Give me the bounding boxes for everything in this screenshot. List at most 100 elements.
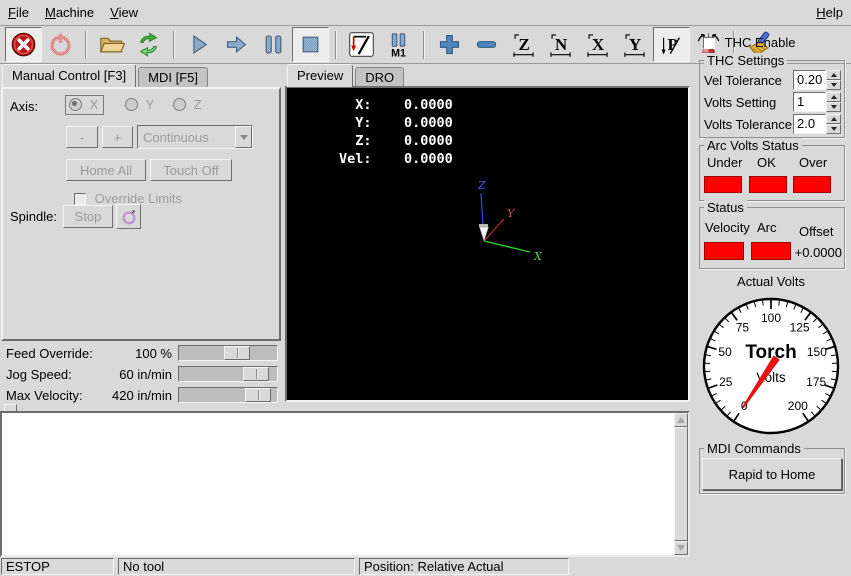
spindle-brake-button[interactable]: [116, 204, 141, 229]
axis-y-label: Y: [146, 97, 155, 112]
menu-machine[interactable]: Machine: [37, 2, 102, 23]
status-group: Status Velocity Arc Offset +0.0000: [699, 207, 845, 269]
preview-canvas[interactable]: X: 0.0000 Y: 0.0000 Z: 0.0000 Vel: 0.000…: [285, 86, 690, 402]
mdi-commands-title: MDI Commands: [704, 441, 804, 456]
menu-help[interactable]: Help: [808, 2, 851, 23]
jog-speed-label: Jog Speed:: [6, 367, 72, 382]
tab-preview[interactable]: Preview: [287, 64, 353, 87]
vel-tolerance-spinbox[interactable]: 0.20: [793, 70, 841, 90]
svg-text:M1: M1: [391, 47, 406, 58]
menu-file[interactable]: File: [0, 2, 37, 23]
mdi-history-area[interactable]: [0, 411, 690, 557]
torch-volts-gauge: 0255075100125150175200 Torch Volts: [697, 292, 845, 440]
reload-button[interactable]: [130, 27, 167, 62]
pause-icon: [260, 31, 287, 58]
jog-speed-slider[interactable]: [178, 366, 278, 382]
axis-y-radio[interactable]: Y: [125, 97, 154, 112]
zoom-in-icon: [436, 31, 463, 58]
view-top-button[interactable]: Z: [505, 27, 542, 62]
slider-handle[interactable]: [245, 388, 271, 402]
stop-button[interactable]: [292, 27, 329, 62]
under-indicator: [704, 176, 742, 193]
letter-p-icon: P: [658, 31, 685, 58]
feed-override-row: Feed Override: 100 %: [0, 345, 283, 363]
step-button[interactable]: [218, 27, 255, 62]
volts-tolerance-value[interactable]: 2.0: [793, 114, 826, 134]
over-label: Over: [799, 155, 827, 170]
tab-dro[interactable]: DRO: [355, 67, 404, 87]
skip-lines-button[interactable]: [343, 27, 380, 62]
jog-mode-select[interactable]: Continuous: [137, 125, 253, 149]
slider-handle[interactable]: [224, 346, 250, 360]
position-status: Position: Relative Actual: [359, 558, 569, 575]
rapid-to-home-button[interactable]: Rapid to Home: [702, 458, 842, 490]
jog-speed-value: 60 in/min: [88, 367, 172, 382]
spin-up-button[interactable]: [826, 70, 841, 80]
axis-z-label: Z: [194, 97, 202, 112]
spin-up-button[interactable]: [826, 114, 841, 124]
stop-icon: [297, 31, 324, 58]
home-all-button[interactable]: Home All: [66, 159, 146, 181]
actual-volts-label: Actual Volts: [695, 274, 847, 289]
jog-minus-button[interactable]: -: [66, 126, 98, 148]
vel-tolerance-value[interactable]: 0.20: [793, 70, 826, 90]
toolbar-separator: [423, 31, 425, 59]
scroll-up-button[interactable]: [674, 413, 688, 427]
axis-x-radio[interactable]: X: [65, 95, 104, 115]
view-perspective-button[interactable]: P: [653, 27, 690, 62]
scroll-down-button[interactable]: [674, 541, 688, 555]
max-velocity-slider[interactable]: [178, 387, 278, 403]
pause-button[interactable]: [255, 27, 292, 62]
tab-mdi[interactable]: MDI [F5]: [138, 67, 208, 87]
slider-handle[interactable]: [243, 367, 269, 381]
scrollbar-thumb[interactable]: [674, 427, 688, 541]
vel-tolerance-label: Vel Tolerance: [704, 73, 782, 88]
velocity-label: Velocity: [705, 220, 750, 235]
svg-text:175: 175: [806, 375, 826, 389]
estop-button[interactable]: [5, 27, 42, 62]
run-icon: [186, 31, 213, 58]
reload-icon: [135, 31, 162, 58]
run-button[interactable]: [181, 27, 218, 62]
jog-mode-value: Continuous: [138, 130, 235, 145]
menu-view[interactable]: View: [102, 2, 146, 23]
feed-override-slider[interactable]: [178, 345, 278, 361]
spin-up-button[interactable]: [826, 92, 841, 102]
y-axis-label: Y: [507, 207, 516, 220]
tool-cap: [479, 224, 488, 227]
under-label: Under: [707, 155, 742, 170]
spin-down-button[interactable]: [826, 124, 841, 134]
spindle-brake-icon: [120, 208, 138, 226]
open-file-button[interactable]: [93, 27, 130, 62]
jog-plus-button[interactable]: +: [102, 126, 133, 148]
axis-x-label: X: [90, 97, 99, 112]
open-folder-icon: [98, 31, 125, 58]
zoom-in-button[interactable]: [431, 27, 468, 62]
origin-axes: Z Y X: [287, 88, 688, 400]
svg-text:75: 75: [736, 320, 750, 334]
volts-setting-value[interactable]: 1: [793, 92, 826, 112]
touch-off-button[interactable]: Touch Off: [150, 159, 232, 181]
view-side-button[interactable]: X: [579, 27, 616, 62]
optional-stop-button[interactable]: M1: [380, 27, 417, 62]
thc-enable-checkbox[interactable]: THC Enable: [703, 35, 795, 50]
thc-enable-label: THC Enable: [725, 35, 796, 50]
spin-down-button[interactable]: [826, 102, 841, 112]
view-front-button[interactable]: Y: [616, 27, 653, 62]
volts-setting-spinbox[interactable]: 1: [793, 92, 841, 112]
volts-tolerance-spinbox[interactable]: 2.0: [793, 114, 841, 134]
zoom-out-button[interactable]: [468, 27, 505, 62]
ok-label: OK: [757, 155, 776, 170]
axis-z-radio[interactable]: Z: [173, 97, 202, 112]
tab-manual-control[interactable]: Manual Control [F3]: [2, 64, 136, 87]
zoom-out-icon: [473, 31, 500, 58]
view-rotated-top-button[interactable]: N: [542, 27, 579, 62]
thc-settings-group: THC Settings Vel Tolerance 0.20 Volts Se…: [699, 60, 845, 138]
machine-power-button[interactable]: [42, 27, 79, 62]
output-scrollbar[interactable]: [674, 413, 688, 555]
spin-down-button[interactable]: [826, 80, 841, 90]
spindle-stop-button[interactable]: Stop: [63, 205, 113, 228]
max-velocity-row: Max Velocity: 420 in/min: [0, 387, 283, 405]
jog-speed-row: Jog Speed: 60 in/min: [0, 366, 283, 384]
max-velocity-value: 420 in/min: [88, 388, 172, 403]
